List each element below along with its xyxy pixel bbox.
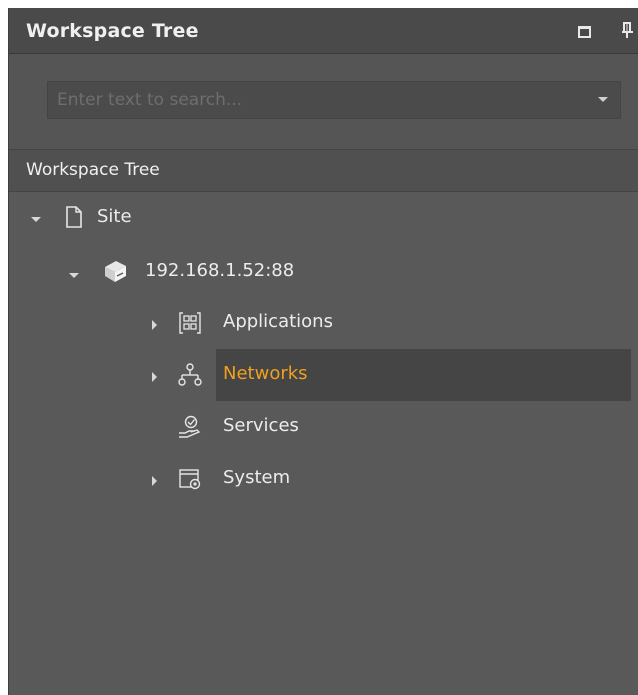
- tree-item-label: System: [223, 467, 291, 488]
- tree-item-site[interactable]: Site: [9, 192, 631, 244]
- tree-item-label: Services: [223, 415, 299, 436]
- collapse-arrow-icon[interactable]: [31, 217, 41, 222]
- collapse-arrow-icon[interactable]: [69, 273, 79, 278]
- restore-window-icon[interactable]: [578, 26, 591, 38]
- system-icon: [179, 469, 201, 490]
- section-title: Workspace Tree: [26, 160, 160, 180]
- tree-item-system[interactable]: System: [9, 453, 631, 505]
- tree-item-label: Site: [97, 206, 132, 227]
- services-icon: [179, 415, 201, 438]
- network-icon: [178, 363, 202, 386]
- expand-arrow-icon[interactable]: [152, 320, 157, 330]
- search-area: [9, 54, 638, 150]
- pin-icon[interactable]: [620, 21, 636, 41]
- tree-item-label: Networks: [223, 363, 308, 384]
- panel-title: Workspace Tree: [26, 20, 199, 42]
- tree-item-networks[interactable]: Networks: [9, 349, 631, 401]
- tree-item-label: 192.168.1.52:88: [145, 260, 295, 281]
- expand-arrow-icon[interactable]: [152, 476, 157, 486]
- tree-item-applications[interactable]: Applications: [9, 297, 631, 349]
- server-icon: [105, 261, 126, 282]
- search-combobox[interactable]: [47, 81, 621, 119]
- search-input[interactable]: [48, 82, 578, 118]
- expand-arrow-icon[interactable]: [152, 372, 157, 382]
- panel-titlebar: Workspace Tree: [9, 8, 638, 54]
- page-icon: [66, 206, 82, 228]
- tree-item-server[interactable]: 192.168.1.52:88: [9, 244, 631, 296]
- tree-item-services[interactable]: Services: [9, 401, 631, 453]
- tree-item-label: Applications: [223, 311, 333, 332]
- dropdown-arrow-icon[interactable]: [598, 97, 608, 102]
- applications-icon: [179, 312, 201, 334]
- workspace-tree-panel: Workspace Tree Workspace Tree Site: [8, 8, 638, 695]
- section-header: Workspace Tree: [9, 150, 638, 192]
